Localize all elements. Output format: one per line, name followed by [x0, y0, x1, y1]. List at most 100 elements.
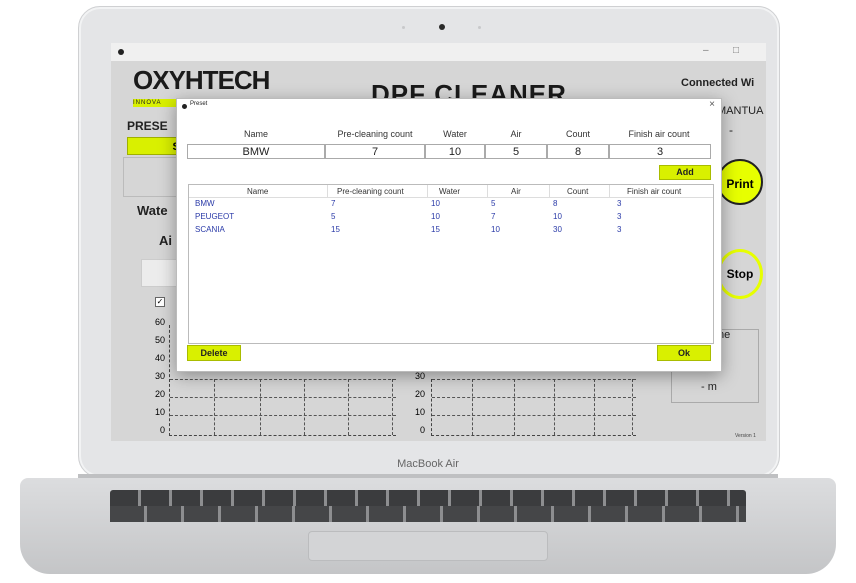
device-label: MacBook Air	[397, 458, 459, 470]
y-tick-label: 50	[154, 335, 165, 345]
time-value: - m	[701, 381, 717, 393]
grid-line	[170, 415, 396, 416]
cell-air: 5	[491, 199, 496, 208]
column-divider	[609, 185, 610, 197]
cell-air: 7	[491, 212, 496, 221]
column-header: Finish air count	[627, 187, 682, 196]
preset-label: PRESE	[127, 119, 168, 133]
cell-name: SCANIA	[195, 225, 225, 234]
y-tick-label: 0	[419, 425, 425, 435]
grid-line	[554, 379, 555, 435]
column-divider	[427, 185, 428, 197]
column-header: Name	[247, 187, 269, 196]
field-header-name: Name	[243, 129, 268, 139]
field-header-count: Count	[565, 129, 591, 139]
column-header: Count	[567, 187, 589, 196]
grid-line	[392, 379, 393, 435]
app-icon	[118, 49, 124, 55]
grid-line	[432, 379, 636, 380]
cell-water: 10	[431, 199, 440, 208]
minimize-icon[interactable]: –	[703, 45, 709, 56]
brand-logo: OXYHTECH	[133, 65, 270, 95]
grid-line	[594, 379, 595, 435]
delete-button[interactable]: Delete	[187, 345, 241, 361]
count-input[interactable]: 8	[547, 144, 609, 159]
cell-finish-air: 3	[617, 212, 622, 221]
bezel-dot	[478, 26, 481, 29]
air-label: Ai	[159, 233, 172, 248]
table-row[interactable]: BMW 7 10 5 8 3	[189, 199, 713, 211]
grid-line	[170, 379, 396, 380]
grid-line	[348, 379, 349, 435]
y-tick-label: 30	[154, 371, 165, 381]
ok-button[interactable]: Ok	[657, 345, 711, 361]
y-tick-label: 20	[154, 389, 165, 399]
cell-air: 10	[491, 225, 500, 234]
field-header-air: Air	[510, 129, 522, 139]
dialog-titlebar: Preset ×	[177, 99, 721, 113]
cell-count: 8	[553, 199, 558, 208]
cell-name: BMW	[195, 199, 215, 208]
stop-button[interactable]: Stop	[717, 249, 763, 299]
pressure-chart-right	[431, 379, 636, 436]
cell-pre-cleaning: 5	[331, 212, 336, 221]
close-icon[interactable]: ×	[709, 99, 715, 110]
chart-checkbox[interactable]: ✓	[155, 297, 165, 307]
bezel-dot	[402, 26, 405, 29]
mode-label: MANTUA	[717, 105, 764, 117]
app-icon	[182, 104, 187, 109]
finish-air-input[interactable]: 3	[609, 144, 711, 159]
column-header: Air	[511, 187, 521, 196]
grid-line	[214, 379, 215, 435]
y-tick-label: 20	[414, 389, 425, 399]
grid-line	[472, 379, 473, 435]
cell-pre-cleaning: 7	[331, 199, 336, 208]
field-header-water: Water	[443, 129, 467, 139]
preset-table: Name Pre-cleaning count Water Air Count …	[188, 184, 714, 344]
y-tick-label: 10	[414, 407, 425, 417]
y-tick-label: 10	[154, 407, 165, 417]
grid-line	[260, 379, 261, 435]
column-header: Water	[439, 187, 461, 196]
cell-water: 10	[431, 212, 440, 221]
cell-finish-air: 3	[617, 225, 622, 234]
column-header: Pre-cleaning count	[337, 187, 404, 196]
dialog-title: Preset	[190, 101, 208, 107]
grid-line	[432, 397, 636, 398]
y-tick-label: 30	[414, 371, 425, 381]
preset-dialog: Preset × Name Pre-cleaning count Water A…	[176, 98, 722, 372]
air-input[interactable]: 5	[485, 144, 547, 159]
grid-line	[514, 379, 515, 435]
camera	[439, 24, 445, 30]
field-header-pre-cleaning: Pre-cleaning count	[337, 129, 413, 139]
pre-cleaning-input[interactable]: 7	[325, 144, 425, 159]
cell-count: 30	[553, 225, 562, 234]
grid-line	[632, 379, 633, 435]
cell-name: PEUGEOT	[195, 212, 235, 221]
name-input[interactable]: BMW	[187, 144, 325, 159]
window-titlebar: – □	[111, 43, 766, 61]
print-button[interactable]: Print	[717, 159, 763, 205]
cell-count: 10	[553, 212, 562, 221]
water-label: Wate	[137, 203, 168, 218]
column-divider	[549, 185, 550, 197]
table-row[interactable]: SCANIA 15 15 10 30 3	[189, 225, 713, 237]
keyboard-row	[110, 506, 746, 522]
cell-finish-air: 3	[617, 199, 622, 208]
grid-line	[170, 397, 396, 398]
cell-water: 15	[431, 225, 440, 234]
y-tick-label: 40	[154, 353, 165, 363]
y-tick-label: 0	[159, 425, 165, 435]
maximize-icon[interactable]: □	[733, 45, 739, 56]
y-tick-label: 60	[154, 317, 165, 327]
cell-pre-cleaning: 15	[331, 225, 340, 234]
field-header-finish-air: Finish air count	[628, 129, 690, 139]
table-row[interactable]: PEUGEOT 5 10 7 10 3	[189, 212, 713, 224]
table-header-row: Name Pre-cleaning count Water Air Count …	[189, 185, 713, 198]
column-divider	[327, 185, 328, 197]
mode-value: -	[729, 123, 733, 137]
water-input[interactable]: 10	[425, 144, 485, 159]
grid-line	[432, 415, 636, 416]
add-button[interactable]: Add	[659, 165, 711, 180]
column-divider	[487, 185, 488, 197]
